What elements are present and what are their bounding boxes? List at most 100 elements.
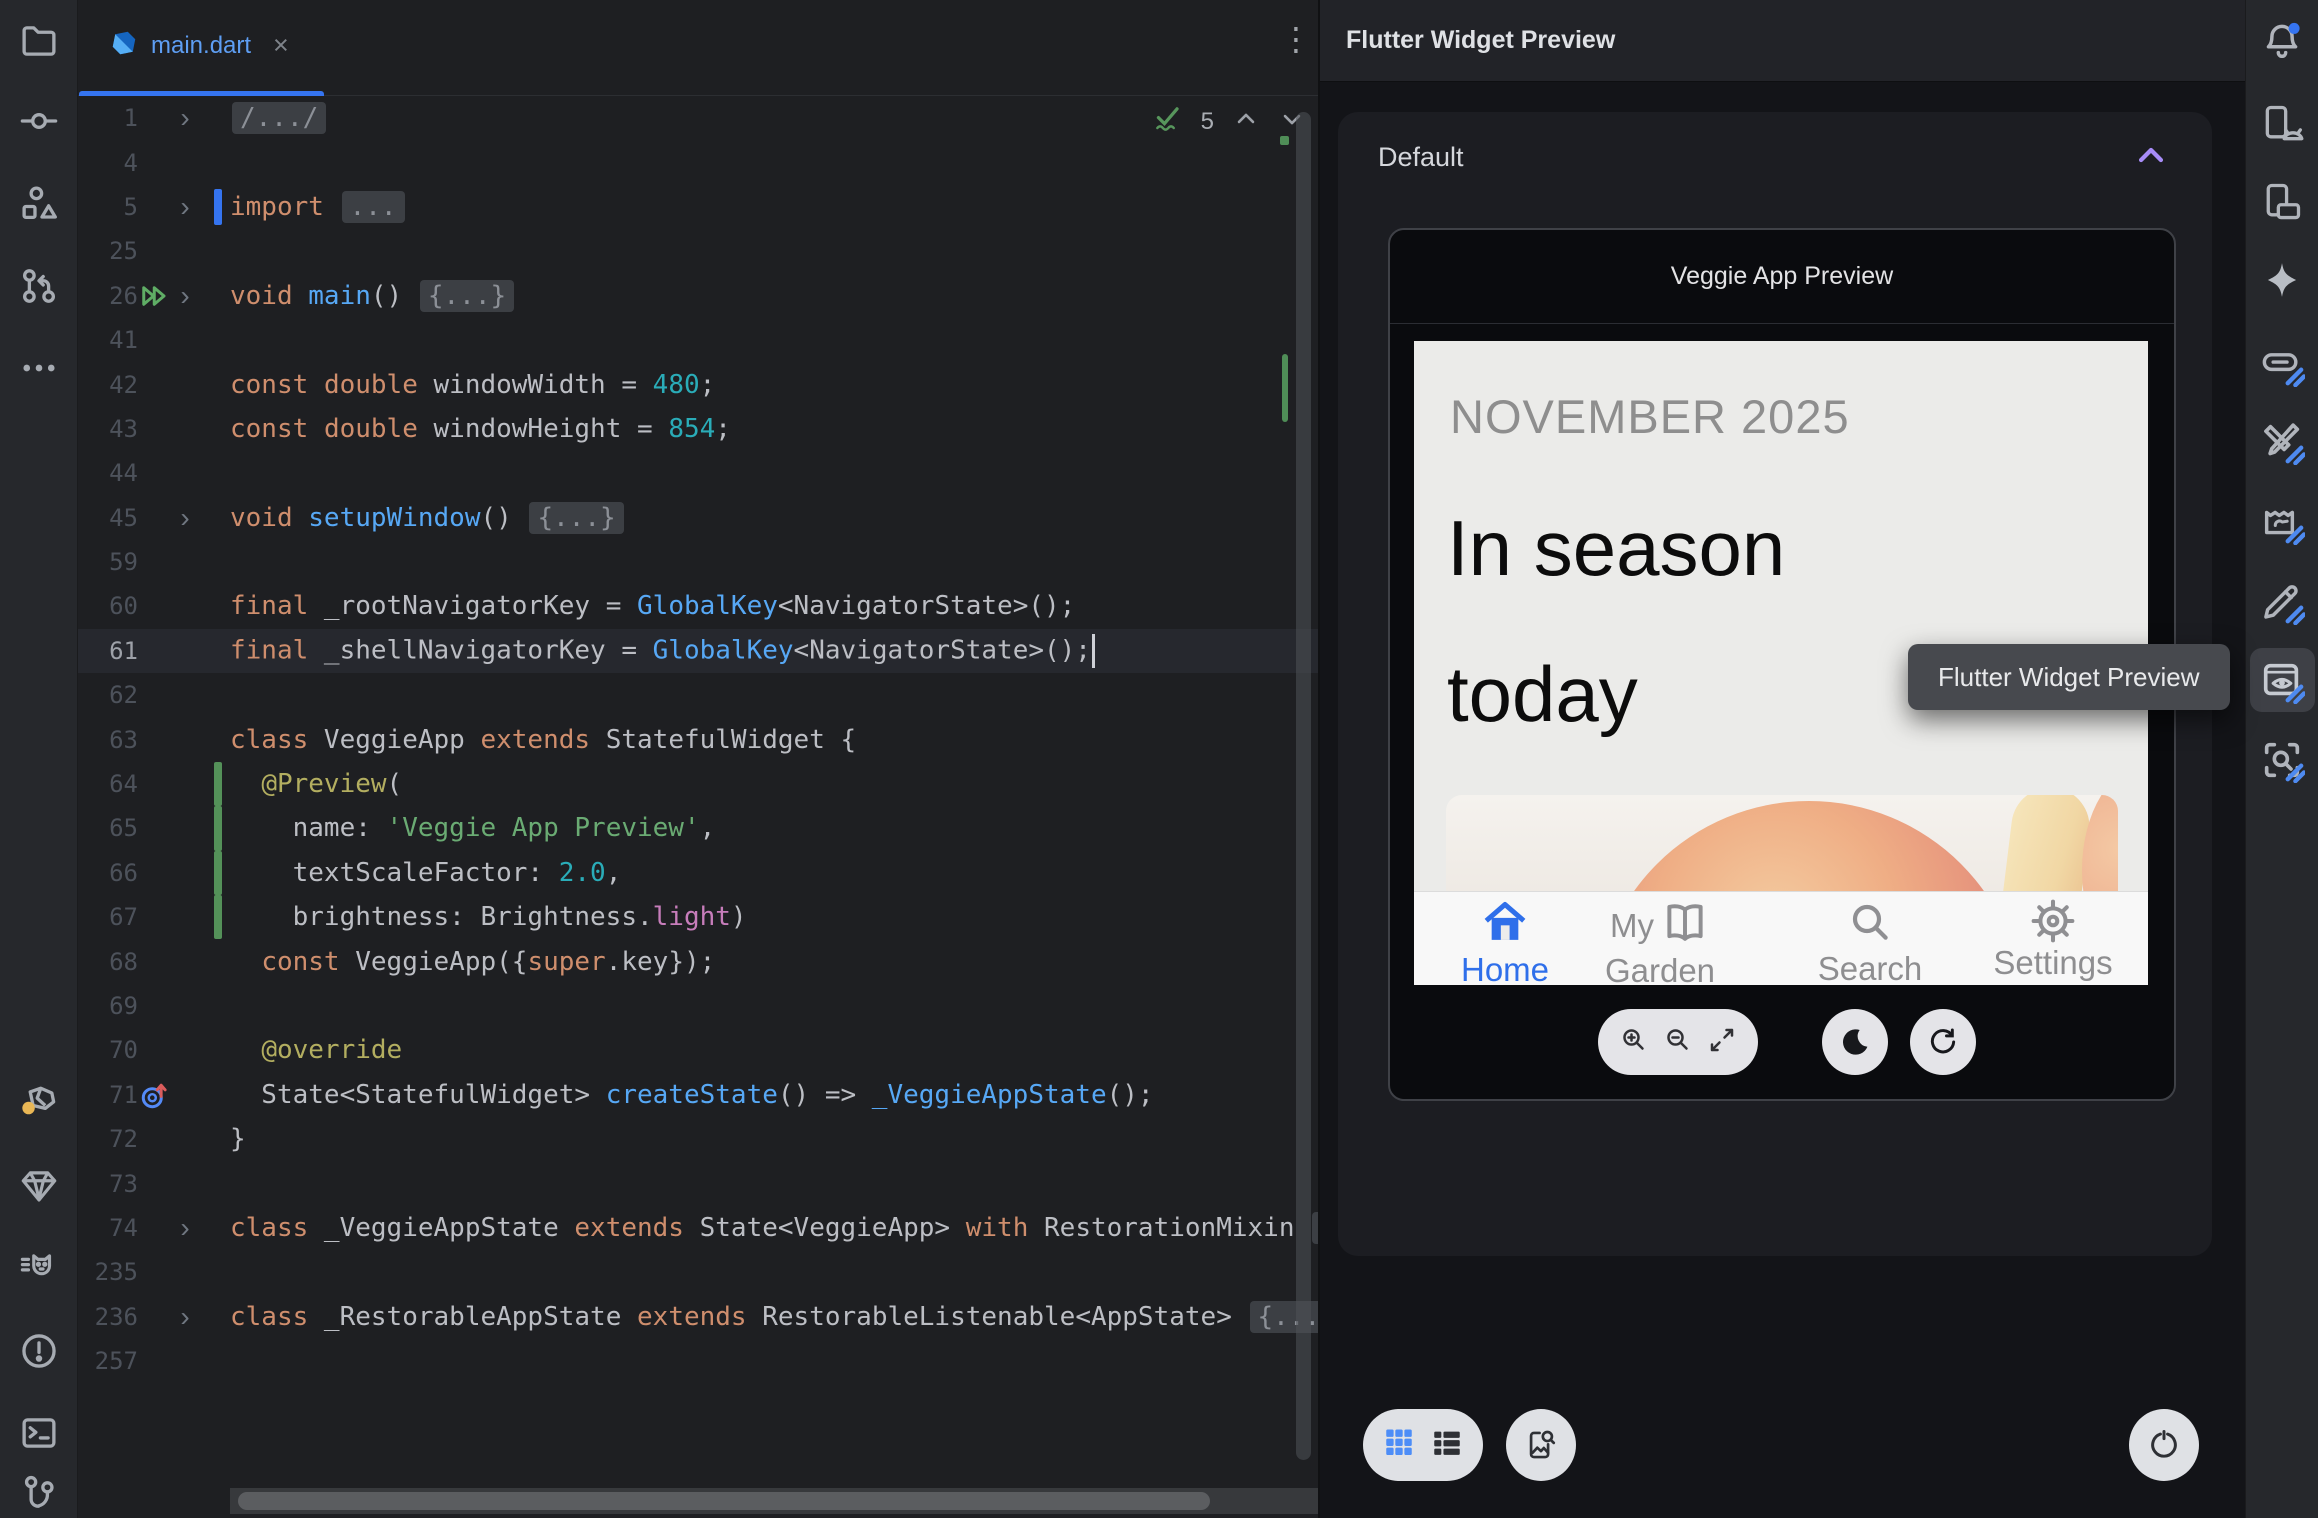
code-line[interactable]: 67 brightness: Brightness.light) xyxy=(78,895,1318,939)
fold-chevron-icon[interactable]: › xyxy=(172,282,198,310)
code-text: @Preview( xyxy=(230,769,402,799)
nav-item-search[interactable]: Search xyxy=(1810,892,1930,985)
code-text: class VeggieApp extends StatefulWidget { xyxy=(230,725,856,755)
code-line[interactable]: 25 xyxy=(78,229,1318,273)
commit-icon[interactable] xyxy=(17,99,61,143)
logcat-icon[interactable] xyxy=(17,1247,61,1291)
code-line[interactable]: 41 xyxy=(78,318,1318,362)
code-line[interactable]: 63class VeggieApp extends StatefulWidget… xyxy=(78,717,1318,761)
dark-mode-toggle[interactable] xyxy=(1822,1009,1888,1075)
code-line[interactable]: 60final _rootNavigatorKey = GlobalKey<Na… xyxy=(78,584,1318,628)
code-text: textScaleFactor: 2.0, xyxy=(230,858,621,888)
code-line[interactable]: 1›/.../ xyxy=(78,96,1318,140)
flutter-widget-preview-icon[interactable] xyxy=(2258,657,2306,705)
code-line[interactable]: 4 xyxy=(78,140,1318,184)
app-headline-line2: today xyxy=(1447,621,1785,767)
gem-icon[interactable] xyxy=(17,1164,61,1208)
code-line[interactable]: 26›void main() {...} xyxy=(78,274,1318,318)
zoom-in-icon[interactable] xyxy=(1619,1025,1649,1060)
problems-icon[interactable] xyxy=(17,1329,61,1373)
search-frame-flutter-icon[interactable] xyxy=(2258,736,2306,784)
line-number: 64 xyxy=(78,770,138,798)
override-gutter-icon[interactable] xyxy=(138,1080,172,1110)
fold-chevron-icon[interactable]: › xyxy=(172,104,198,132)
structure-icon[interactable] xyxy=(17,181,61,225)
line-number: 1 xyxy=(78,104,138,132)
more-tools-icon[interactable] xyxy=(17,346,61,390)
code-line[interactable]: 66 textScaleFactor: 2.0, xyxy=(78,851,1318,895)
code-line[interactable]: 5›import ... xyxy=(78,185,1318,229)
code-line[interactable]: 257 xyxy=(78,1339,1318,1383)
devtools-flutter-icon[interactable] xyxy=(2258,418,2306,466)
prev-problem-icon[interactable] xyxy=(1232,105,1260,138)
text-caret xyxy=(1092,634,1095,668)
code-line[interactable]: 70 @override xyxy=(78,1028,1318,1072)
sparkle-icon[interactable] xyxy=(2258,256,2306,304)
fold-chevron-icon[interactable]: › xyxy=(172,504,198,532)
app-headline: In season today xyxy=(1447,475,1785,767)
nav-item-my-garden[interactable]: My Garden xyxy=(1560,892,1760,985)
flutter-widget-preview-panel: Flutter Widget Preview Default Veggie Ap… xyxy=(1320,0,2245,1518)
nav-item-settings[interactable]: Settings xyxy=(1973,892,2133,985)
code-line[interactable]: 69 xyxy=(78,984,1318,1028)
code-line[interactable]: 235 xyxy=(78,1250,1318,1294)
code-line[interactable]: 68 const VeggieApp({super.key}); xyxy=(78,939,1318,983)
code-line[interactable]: 64 @Preview( xyxy=(78,762,1318,806)
code-line[interactable]: 236›class _RestorableAppState extends Re… xyxy=(78,1295,1318,1339)
code-line[interactable]: 65 name: 'Veggie App Preview', xyxy=(78,806,1318,850)
nav-label-search: Search xyxy=(1818,951,1923,985)
fold-chevron-icon[interactable]: › xyxy=(172,1303,198,1331)
code-line[interactable]: 42const double windowWidth = 480; xyxy=(78,362,1318,406)
code-line[interactable]: 62 xyxy=(78,673,1318,717)
zoom-out-icon[interactable] xyxy=(1663,1025,1693,1060)
image-search-button[interactable] xyxy=(1506,1409,1576,1481)
code-line[interactable]: 45›void setupWindow() {...} xyxy=(78,496,1318,540)
code-line[interactable]: 61final _shellNavigatorKey = GlobalKey<N… xyxy=(78,629,1318,673)
pencil-flutter-icon[interactable] xyxy=(2258,578,2306,626)
origami-icon[interactable] xyxy=(17,1082,61,1126)
patch-flutter-icon[interactable] xyxy=(2258,498,2306,546)
gutter-bar-space xyxy=(214,229,222,273)
project-folder-icon[interactable] xyxy=(17,19,61,63)
device-layers-icon[interactable] xyxy=(2258,178,2306,226)
grid-view-icon[interactable] xyxy=(1382,1426,1416,1465)
code-editor[interactable]: 1›/.../45›import ...2526›void main() {..… xyxy=(78,96,1318,1518)
horizontal-scrollbar-thumb[interactable] xyxy=(238,1492,1210,1510)
fold-chevron-icon[interactable]: › xyxy=(172,193,198,221)
zoom-controls-pill xyxy=(1598,1009,1758,1075)
flutter-widget-preview-tooltip: Flutter Widget Preview xyxy=(1908,644,2230,710)
inspection-check-icon xyxy=(1153,104,1183,139)
list-view-icon[interactable] xyxy=(1430,1426,1464,1465)
run-gutter-icon[interactable] xyxy=(138,283,172,309)
notifications-bell-icon[interactable] xyxy=(2258,18,2306,66)
code-line[interactable]: 44 xyxy=(78,451,1318,495)
code-line[interactable]: 74›class _VeggieAppState extends State<V… xyxy=(78,1206,1318,1250)
tab-close-icon[interactable]: × xyxy=(273,32,289,59)
code-text: final _shellNavigatorKey = GlobalKey<Nav… xyxy=(230,634,1095,668)
fold-chevron-icon[interactable]: › xyxy=(172,1214,198,1242)
fullscreen-icon[interactable] xyxy=(1707,1025,1737,1060)
tab-main-dart[interactable]: main.dart × xyxy=(79,0,324,91)
terminal-icon[interactable] xyxy=(17,1411,61,1455)
code-line[interactable]: 73 xyxy=(78,1161,1318,1205)
code-line[interactable]: 43const double windowHeight = 854; xyxy=(78,407,1318,451)
version-control-icon[interactable] xyxy=(17,1472,61,1516)
editor-horizontal-scrollbar[interactable] xyxy=(230,1488,1318,1514)
nav-item-home[interactable]: Home xyxy=(1445,892,1565,985)
collapse-chevron-icon[interactable] xyxy=(2134,140,2168,170)
inspections-widget[interactable]: 5 xyxy=(1153,104,1306,139)
device-android-icon[interactable] xyxy=(2258,100,2306,148)
code-line[interactable]: 71 State<StatefulWidget> createState() =… xyxy=(78,1073,1318,1117)
right-activity-bar xyxy=(2245,0,2318,1518)
code-line[interactable]: 59 xyxy=(78,540,1318,584)
editor-kebab-menu-icon[interactable]: ⋮ xyxy=(1274,20,1318,70)
refresh-preview-button[interactable] xyxy=(1910,1009,1976,1075)
restart-preview-button[interactable] xyxy=(2129,1409,2199,1481)
code-line[interactable]: 72} xyxy=(78,1117,1318,1161)
line-number: 72 xyxy=(78,1125,138,1153)
change-stripe-mark xyxy=(1280,136,1289,145)
code-text: brightness: Brightness.light) xyxy=(230,902,747,932)
pull-requests-icon[interactable] xyxy=(17,264,61,308)
editor-vertical-scrollbar[interactable] xyxy=(1296,112,1311,1460)
link-flutter-icon[interactable] xyxy=(2258,340,2306,388)
